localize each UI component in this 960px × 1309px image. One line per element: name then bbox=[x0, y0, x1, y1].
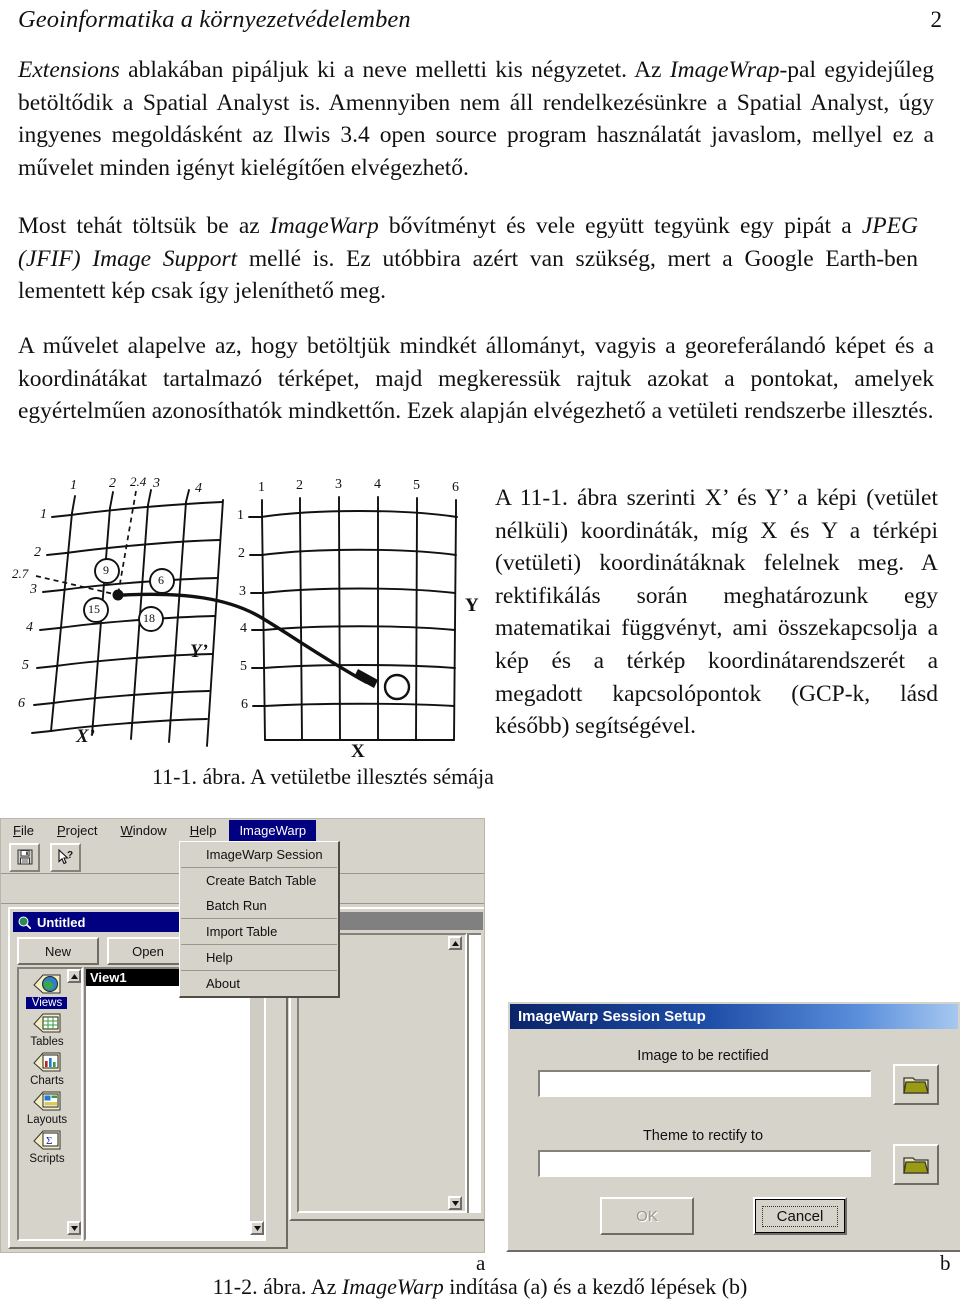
menu-item-help-rest: elp bbox=[199, 822, 217, 838]
menu-option-batch-run[interactable]: Batch Run bbox=[180, 893, 338, 918]
menu-option-import-table[interactable]: Import Table bbox=[180, 919, 338, 944]
chevron-up-icon bbox=[70, 973, 78, 979]
paragraph-2-text-a: Most tehát töltsük be az bbox=[18, 213, 270, 239]
figure-11-1-source-point bbox=[112, 589, 124, 601]
globe-magnifier-icon bbox=[18, 916, 31, 929]
doc-type-tables[interactable]: Tables bbox=[21, 1011, 73, 1048]
document-type-list[interactable]: Views Tables Charts Layouts Σ Scripts bbox=[17, 967, 83, 1241]
context-help-button[interactable]: ? bbox=[50, 842, 81, 872]
menu-item-window-rest: indow bbox=[132, 822, 167, 838]
menu-option-create-batch-table[interactable]: Create Batch Table bbox=[180, 868, 338, 893]
paragraph-1-text-a: ablakában pipáljuk ki a neve melletti ki… bbox=[119, 57, 670, 83]
paragraph-2: Most tehát töltsük be az ImageWarp bővít… bbox=[18, 210, 918, 308]
paragraph-2-text-b: bővítményt és vele együtt tegyünk egy pi… bbox=[378, 213, 862, 239]
views-icon bbox=[33, 974, 61, 994]
image-to-be-rectified-label: Image to be rectified bbox=[637, 1048, 769, 1064]
svg-text:Σ: Σ bbox=[46, 1135, 52, 1147]
save-icon bbox=[17, 849, 32, 865]
menu-item-help[interactable]: Help bbox=[180, 821, 228, 840]
figure-11-1-caption: 11-1. ábra. A vetületbe illesztés sémája bbox=[152, 764, 494, 789]
view1-toc-scrollbar[interactable] bbox=[448, 936, 464, 1210]
view1-toc-scroll-down-button[interactable] bbox=[448, 1196, 462, 1210]
menu-option-about[interactable]: About bbox=[180, 971, 338, 996]
figure-11-2-caption-post: indítása (a) és a kezdő lépések (b) bbox=[443, 1274, 748, 1299]
menu-item-file[interactable]: File bbox=[3, 821, 45, 840]
menu-option-imagewarp-session[interactable]: ImageWarp Session bbox=[180, 842, 338, 867]
folder-icon bbox=[903, 1157, 929, 1174]
scripts-icon: Σ bbox=[33, 1130, 61, 1150]
figure-11-2-caption: 11-2. ábra. Az ImageWarp indítása (a) és… bbox=[213, 1274, 748, 1300]
figure-11-1-target-point bbox=[383, 673, 411, 701]
theme-browse-button[interactable] bbox=[893, 1144, 939, 1185]
paragraph-1-emphasis-imagewrap: ImageWrap bbox=[669, 57, 780, 83]
view1-toc-scroll-up-button[interactable] bbox=[448, 936, 462, 950]
paragraph-2-emphasis-imagewarp: ImageWarp bbox=[269, 213, 379, 239]
doc-type-layouts[interactable]: Layouts bbox=[21, 1089, 73, 1126]
cancel-button-label: Cancel bbox=[761, 1205, 839, 1227]
paragraph-1: Extensions ablakában pipáljuk ki a neve … bbox=[18, 54, 934, 184]
running-head-title: Geoinformatika a környezetvédelemben bbox=[18, 6, 411, 33]
menu-item-project[interactable]: Project bbox=[47, 821, 108, 840]
right-column-paragraph: A 11-1. ábra szerinti X’ és Y’ a képi (v… bbox=[495, 485, 938, 740]
figure-11-1-arrow-head bbox=[354, 669, 378, 688]
running-head: Geoinformatika a környezetvédelemben 2 bbox=[18, 6, 942, 34]
figure-11-2-sublabel-a: a bbox=[476, 1251, 486, 1275]
image-to-be-rectified-input[interactable] bbox=[538, 1070, 871, 1097]
layouts-icon bbox=[33, 1091, 61, 1111]
save-button[interactable] bbox=[9, 842, 40, 872]
theme-to-rectify-to-input[interactable] bbox=[538, 1150, 871, 1177]
figure-11-2-caption-emphasis: ImageWarp bbox=[341, 1274, 444, 1299]
figure-11-2-sublabel-b: b bbox=[940, 1251, 951, 1275]
svg-text:?: ? bbox=[67, 850, 73, 861]
document-list[interactable]: View1 bbox=[84, 967, 266, 1241]
menu-option-help[interactable]: Help bbox=[180, 945, 338, 970]
paragraph-1-emphasis-extensions: Extensions bbox=[18, 57, 120, 83]
doc-type-charts[interactable]: Charts bbox=[21, 1050, 73, 1087]
screenshot-arcview-window: File Project Window Help ImageWarp ? Unt… bbox=[0, 818, 485, 1253]
chevron-up-icon bbox=[451, 940, 459, 946]
open-button[interactable]: Open bbox=[107, 937, 189, 965]
image-browse-button[interactable] bbox=[893, 1064, 939, 1105]
menu-item-imagewarp[interactable]: ImageWarp bbox=[229, 819, 317, 841]
doc-type-scroll-up-button[interactable] bbox=[67, 969, 81, 983]
tables-icon bbox=[33, 1013, 61, 1033]
doc-type-charts-label: Charts bbox=[30, 1075, 64, 1087]
document-type-scrollbar[interactable] bbox=[67, 969, 81, 1235]
menu-item-file-rest: ile bbox=[20, 822, 34, 838]
document-list-scroll-down-button[interactable] bbox=[250, 1221, 264, 1235]
page-number: 2 bbox=[930, 7, 943, 32]
doc-type-tables-label: Tables bbox=[30, 1036, 64, 1048]
menu-item-project-rest: roject bbox=[65, 822, 98, 838]
paragraph-3: A művelet alapelve az, hogy betöltjük mi… bbox=[18, 333, 934, 424]
doc-type-scripts[interactable]: Σ Scripts bbox=[21, 1128, 73, 1165]
imagewarp-session-setup-dialog: ImageWarp Session Setup Image to be rect… bbox=[506, 1000, 960, 1252]
cancel-button[interactable]: Cancel bbox=[753, 1197, 847, 1235]
dialog-title-bar: ImageWarp Session Setup bbox=[510, 1004, 958, 1029]
doc-type-scroll-down-button[interactable] bbox=[67, 1221, 81, 1235]
chevron-down-icon bbox=[451, 1200, 459, 1206]
doc-type-views-label: Views bbox=[25, 997, 69, 1009]
ok-button[interactable]: OK bbox=[600, 1197, 694, 1235]
menu-item-window[interactable]: Window bbox=[110, 821, 177, 840]
figure-11-2-caption-pre: 11-2. ábra. Az bbox=[212, 1274, 342, 1299]
charts-icon bbox=[33, 1052, 61, 1072]
new-button[interactable]: New bbox=[17, 937, 99, 965]
imagewarp-dropdown-menu[interactable]: ImageWarp Session Create Batch Table Bat… bbox=[179, 841, 340, 998]
document-page: Geoinformatika a környezetvédelemben 2 E… bbox=[0, 0, 960, 1309]
document-list-scrollbar[interactable] bbox=[250, 969, 264, 1235]
doc-type-layouts-label: Layouts bbox=[26, 1114, 68, 1126]
figure-11-1-svg bbox=[31, 489, 458, 747]
doc-type-scripts-label: Scripts bbox=[29, 1153, 65, 1165]
figure-11-1: 1 2 2.4 3 4 1 2 2.7 3 4 5 6 9 6 15 18 Y’… bbox=[12, 474, 484, 762]
project-window-title-text: Untitled bbox=[37, 914, 86, 930]
theme-to-rectify-to-label: Theme to rectify to bbox=[642, 1128, 764, 1144]
doc-type-views[interactable]: Views bbox=[21, 972, 73, 1009]
menu-bar: File Project Window Help ImageWarp bbox=[1, 819, 484, 841]
view1-map-canvas[interactable] bbox=[467, 933, 481, 1213]
folder-icon bbox=[903, 1077, 929, 1094]
chevron-down-icon bbox=[70, 1225, 78, 1231]
chevron-down-icon bbox=[253, 1225, 261, 1231]
help-pointer-icon: ? bbox=[57, 848, 73, 864]
